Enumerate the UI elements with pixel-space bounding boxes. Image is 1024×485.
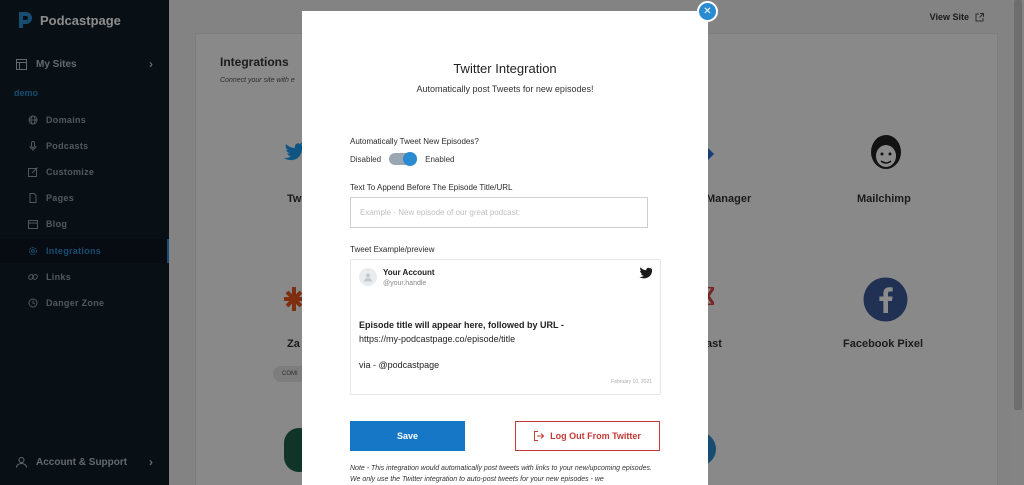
tweet-via: via - @podcastpage [359, 360, 440, 370]
tweet-body-url: https://my-podcastpage.co/episode/title [359, 334, 516, 344]
auto-tweet-label: Automatically Tweet New Episodes? [350, 137, 479, 146]
tweet-body-title: Episode title will appear here, followed… [359, 320, 564, 330]
auto-tweet-toggle[interactable] [389, 152, 418, 166]
modal-title: Twitter Integration [453, 61, 557, 76]
log-out-twitter-button[interactable]: Log Out From Twitter [515, 421, 660, 451]
auto-tweet-toggle-row: Disabled Enabled [350, 152, 455, 166]
tweet-preview-label: Tweet Example/preview [350, 245, 435, 254]
toggle-on-label: Enabled [425, 154, 455, 164]
append-text-input[interactable] [350, 197, 648, 228]
log-out-twitter-label: Log Out From Twitter [550, 431, 641, 441]
avatar [359, 268, 377, 286]
logout-icon [534, 431, 545, 441]
append-text-label: Text To Append Before The Episode Title/… [350, 183, 513, 192]
toggle-knob [403, 152, 418, 166]
tweet-body: Episode title will appear here, followed… [359, 318, 649, 346]
user-icon [364, 273, 372, 282]
integration-note: Note - This integration would automatica… [350, 465, 652, 483]
save-button[interactable]: Save [350, 421, 465, 451]
tweet-account-name: Your Account [383, 268, 435, 277]
modal-subtitle: Automatically post Tweets for new episod… [416, 84, 594, 94]
close-icon[interactable]: ✕ [697, 1, 718, 22]
tweet-preview-card: Your Account @your.handle Episode title … [350, 259, 661, 395]
twitter-integration-modal: Twitter Integration Automatically post T… [302, 11, 708, 485]
twitter-bird-icon [639, 267, 652, 279]
tweet-handle: @your.handle [383, 280, 427, 287]
tweet-date: February 10, 2021 [611, 379, 652, 385]
toggle-off-label: Disabled [350, 154, 382, 164]
